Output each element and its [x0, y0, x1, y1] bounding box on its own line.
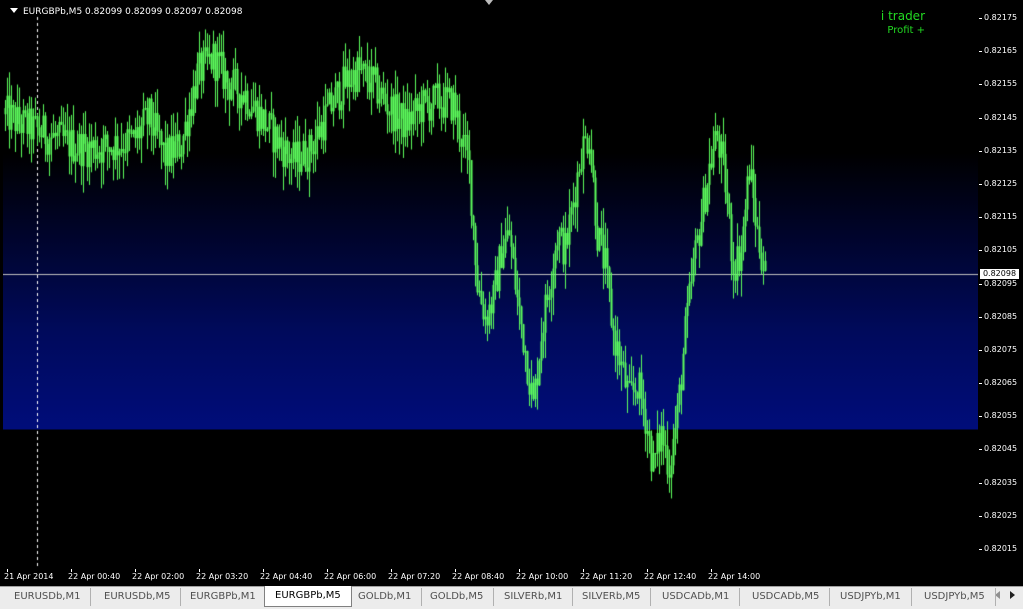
price-tick-mark	[979, 515, 982, 517]
tab-usdcadb-m1[interactable]: USDCADb,M1	[652, 588, 741, 606]
time-tick-label: 22 Apr 04:40	[260, 572, 313, 581]
price-tick-mark	[979, 84, 982, 86]
tab-usdcadb-m5[interactable]: USDCADb,M5	[742, 588, 831, 606]
time-tick-label: 22 Apr 12:40	[644, 572, 697, 581]
price-tick-mark	[979, 549, 982, 550]
tab-usdjpyb-m1[interactable]: USDJPYb,M1	[830, 588, 912, 606]
price-tick-label: 0.82015	[984, 544, 1018, 553]
price-tick-mark	[979, 217, 982, 219]
price-tick-label: 0.82085	[984, 311, 1018, 321]
price-tick-label: 0.82175	[984, 13, 1018, 22]
price-tick-mark	[979, 117, 982, 119]
symbol-info: EURGBPb,M5 0.82099 0.82099 0.82097 0.820…	[23, 7, 243, 17]
chart-menu-icon[interactable]	[10, 8, 18, 13]
price-tick-label: 0.82125	[984, 178, 1018, 188]
time-tick-label: 22 Apr 02:00	[132, 572, 185, 581]
price-tick-label: 0.82025	[984, 510, 1018, 520]
tab-goldb-m1[interactable]: GOLDb,M1	[348, 588, 423, 606]
time-tick-label: 22 Apr 08:40	[452, 572, 505, 581]
price-tick-mark	[979, 283, 982, 285]
chart-header: EURGBPb,M5 0.82099 0.82099 0.82097 0.820…	[10, 7, 242, 18]
price-tick-label: 0.82135	[984, 145, 1018, 155]
current-price-label: 0.82098	[980, 268, 1019, 279]
time-tick-label: 22 Apr 14:00	[708, 572, 761, 581]
tab-silverb-m5[interactable]: SILVERb,M5	[572, 588, 652, 606]
price-tick-mark	[979, 18, 982, 19]
brand-subtitle: Profit +	[887, 25, 925, 36]
tab-eurusdb-m5[interactable]: EURUSDb,M5	[94, 588, 182, 606]
tab-eurgbpb-m1[interactable]: EURGBPb,M1	[180, 588, 267, 606]
time-tick-label: 22 Apr 03:20	[196, 572, 249, 581]
tab-eurusdb-m1[interactable]: EURUSDb,M1	[4, 588, 92, 606]
chart-plot-area[interactable]: EURGBPb,M5 0.82099 0.82099 0.82097 0.820…	[3, 3, 978, 568]
price-axis[interactable]: 0.82175 0.82165 0.82155 0.82145 0.82135 0.821…	[979, 3, 1023, 568]
price-tick-label: 0.82115	[984, 212, 1018, 222]
price-tick-mark	[979, 150, 982, 152]
chart-window: EURGBPb,M5 0.82099 0.82099 0.82097 0.820…	[0, 0, 1023, 609]
time-tick-label: 22 Apr 10:00	[516, 572, 569, 581]
time-tick-label: 22 Apr 06:00	[324, 572, 377, 581]
brand-name: i trader	[880, 9, 925, 23]
time-tick-label: 22 Apr 07:20	[388, 572, 441, 581]
time-tick-label: 21 Apr 2014	[4, 572, 54, 581]
price-tick-label: 0.82095	[984, 278, 1018, 288]
price-tick-label: 0.82045	[984, 444, 1018, 454]
tab-goldb-m5[interactable]: GOLDb,M5	[420, 588, 495, 606]
price-tick-label: 0.82065	[984, 378, 1018, 388]
price-tick-mark	[979, 383, 982, 385]
tab-silverb-m1[interactable]: SILVERb,M1	[494, 588, 574, 606]
time-axis[interactable]: 21 Apr 2014 22 Apr 00:40 22 Apr 02:00 22 Ap…	[3, 569, 979, 585]
price-tick-mark	[979, 349, 982, 351]
time-tick-label: 22 Apr 11:20	[580, 572, 633, 581]
price-tick-label: 0.82035	[984, 477, 1018, 487]
price-tick-mark	[979, 183, 982, 185]
price-tick-mark	[979, 449, 982, 451]
chart-tabs-bar: EURUSDb,M1 EURUSDb,M5 EURGBPb,M1 EURGBPb,M5…	[0, 586, 1023, 609]
price-tick-label: 0.82145	[984, 112, 1018, 122]
price-tick-label: 0.82055	[984, 411, 1018, 421]
tab-scroll-right-icon[interactable]	[1010, 591, 1015, 599]
price-tick-mark	[979, 482, 982, 484]
price-candles	[3, 3, 978, 568]
price-tick-mark	[979, 250, 982, 252]
time-tick-label: 22 Apr 00:40	[68, 572, 121, 581]
price-tick-label: 0.82075	[984, 344, 1018, 354]
price-tick-label: 0.82165	[984, 46, 1018, 56]
brand: i trader Profit +	[881, 9, 925, 37]
price-tick-mark	[979, 416, 982, 418]
price-tick-mark	[979, 316, 982, 318]
tab-usdjpyb-m5[interactable]: USDJPYb,M5	[914, 588, 996, 606]
chart-shift-marker-icon[interactable]	[485, 0, 493, 5]
tab-eurgbpb-m5[interactable]: EURGBPb,M5	[264, 586, 352, 607]
price-tick-label: 0.82105	[984, 245, 1018, 255]
price-tick-mark	[979, 51, 982, 53]
price-tick-label: 0.82155	[984, 79, 1018, 89]
